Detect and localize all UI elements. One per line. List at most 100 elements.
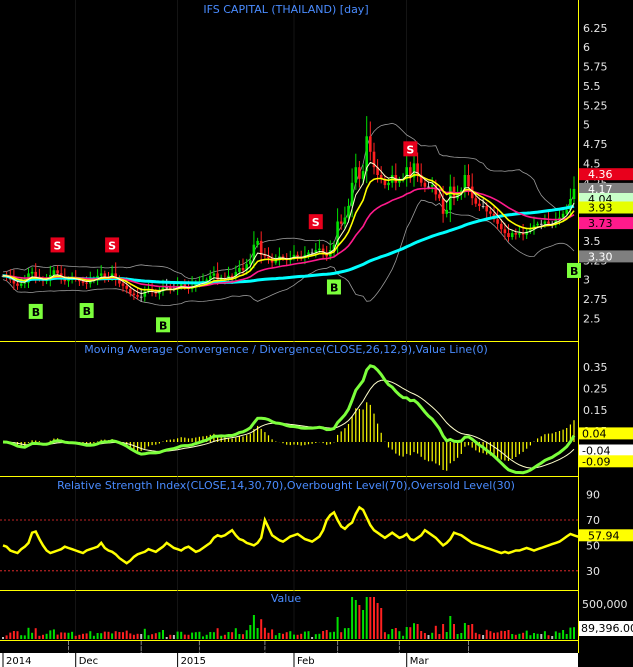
volume-bar: [114, 631, 117, 639]
volume-bar: [562, 630, 565, 639]
volume-bar: [463, 623, 466, 639]
volume-bar: [60, 632, 63, 639]
volume-bar: [303, 631, 306, 639]
sell-signal-label: S: [108, 239, 116, 252]
candle-body: [358, 167, 361, 179]
volume-bar: [263, 627, 266, 639]
candle-body: [547, 221, 550, 224]
volume-bar: [351, 597, 354, 639]
volume-bar: [147, 635, 150, 639]
volume-bar: [103, 631, 106, 639]
volume-bar: [205, 634, 208, 639]
volume-last-value: 89,396.00: [581, 622, 633, 635]
candle-body: [485, 206, 488, 212]
candle-body: [85, 282, 88, 284]
price-axis-tick: 3.5: [583, 235, 601, 248]
volume-bar: [129, 633, 132, 639]
macd-tag-value: 0.04: [582, 427, 607, 440]
volume-bar: [20, 635, 23, 639]
volume-bar: [362, 610, 365, 639]
candle-body: [369, 136, 372, 152]
price-axis-tick: 5.25: [583, 99, 608, 112]
volume-bar: [234, 628, 237, 639]
candle-body: [510, 233, 514, 237]
volume-bar: [89, 631, 92, 639]
macd-axis-tick: 0.35: [583, 361, 608, 374]
volume-axis-tick: 500,000: [582, 598, 628, 611]
volume-bar: [514, 634, 517, 639]
price-axis-tick: 3: [583, 274, 590, 287]
candle-body: [23, 282, 27, 284]
candle-body: [343, 217, 347, 224]
candle-body: [205, 279, 208, 282]
volume-bar: [543, 631, 546, 639]
volume-bar: [12, 631, 15, 639]
price-chart-title: IFS CAPITAL (THAILAND) [day]: [203, 3, 368, 16]
rsi-last-value-tags: 57.94: [579, 529, 633, 542]
volume-bar: [107, 631, 110, 639]
candle-body: [430, 185, 434, 187]
volume-bar: [220, 635, 223, 639]
volume-bar: [445, 632, 448, 639]
volume-bar: [242, 634, 244, 639]
price-tag-value: 3.73: [588, 217, 613, 230]
volume-bar: [420, 631, 423, 639]
candle-body: [427, 186, 430, 188]
volume-bar: [540, 634, 543, 639]
volume-bar: [71, 631, 74, 639]
candle-body: [139, 296, 143, 298]
price-tag-value: 3.30: [588, 250, 613, 263]
volume-bar: [314, 634, 317, 639]
volume-bar: [38, 635, 41, 639]
volume-bar: [493, 632, 495, 639]
rsi-axis-tick: 70: [586, 514, 600, 527]
volume-bar: [383, 632, 386, 639]
volume-bar: [82, 633, 84, 639]
volume-bar: [558, 632, 561, 639]
date-axis-date-label: 08/01: [197, 644, 226, 655]
volume-bar: [376, 603, 379, 639]
volume-bar: [194, 632, 197, 639]
volume-bar: [172, 635, 175, 639]
date-axis-label: Mar: [410, 656, 430, 667]
chart-background: [0, 0, 633, 667]
buy-signal-label: B: [83, 305, 91, 318]
macd-chart-title: Moving Average Convergence / Divergence(…: [84, 343, 488, 356]
volume-bar: [27, 627, 30, 639]
volume-bar: [202, 636, 204, 639]
price-axis-tick: 6.25: [583, 22, 608, 35]
volume-bar: [191, 632, 194, 639]
volume-bar: [151, 634, 154, 639]
volume-bar: [169, 634, 172, 639]
volume-bar: [140, 634, 143, 639]
buy-signal-label: B: [570, 265, 578, 278]
buy-signal-label: B: [159, 319, 167, 332]
volume-bar: [198, 631, 201, 639]
candle-body: [536, 223, 539, 226]
volume-bar: [478, 634, 481, 639]
candle-body: [478, 203, 481, 206]
volume-bar: [536, 633, 539, 639]
volume-bar: [293, 634, 295, 639]
rsi-axis-tick: 90: [586, 489, 600, 502]
candle-body: [514, 233, 518, 235]
volume-bar: [449, 616, 452, 639]
volume-bar: [274, 635, 277, 639]
volume-bar: [267, 632, 270, 639]
volume-bar: [347, 628, 350, 639]
candle-body: [52, 270, 56, 275]
macd-last-value-tags: 0.04-0.04-0.09: [579, 427, 633, 468]
volume-bar: [238, 634, 241, 639]
candle-body: [125, 285, 128, 289]
candle-body: [296, 254, 299, 257]
buy-signal-label: B: [32, 306, 40, 319]
volume-bar: [471, 624, 474, 639]
candle-body: [132, 293, 136, 296]
candle-body: [543, 221, 547, 224]
candle-body: [503, 229, 507, 234]
candle-body: [354, 167, 358, 183]
date-axis-label: 2015: [181, 656, 206, 667]
volume-bar: [500, 630, 503, 639]
volume-bar: [74, 635, 77, 639]
volume-bar: [474, 632, 477, 639]
